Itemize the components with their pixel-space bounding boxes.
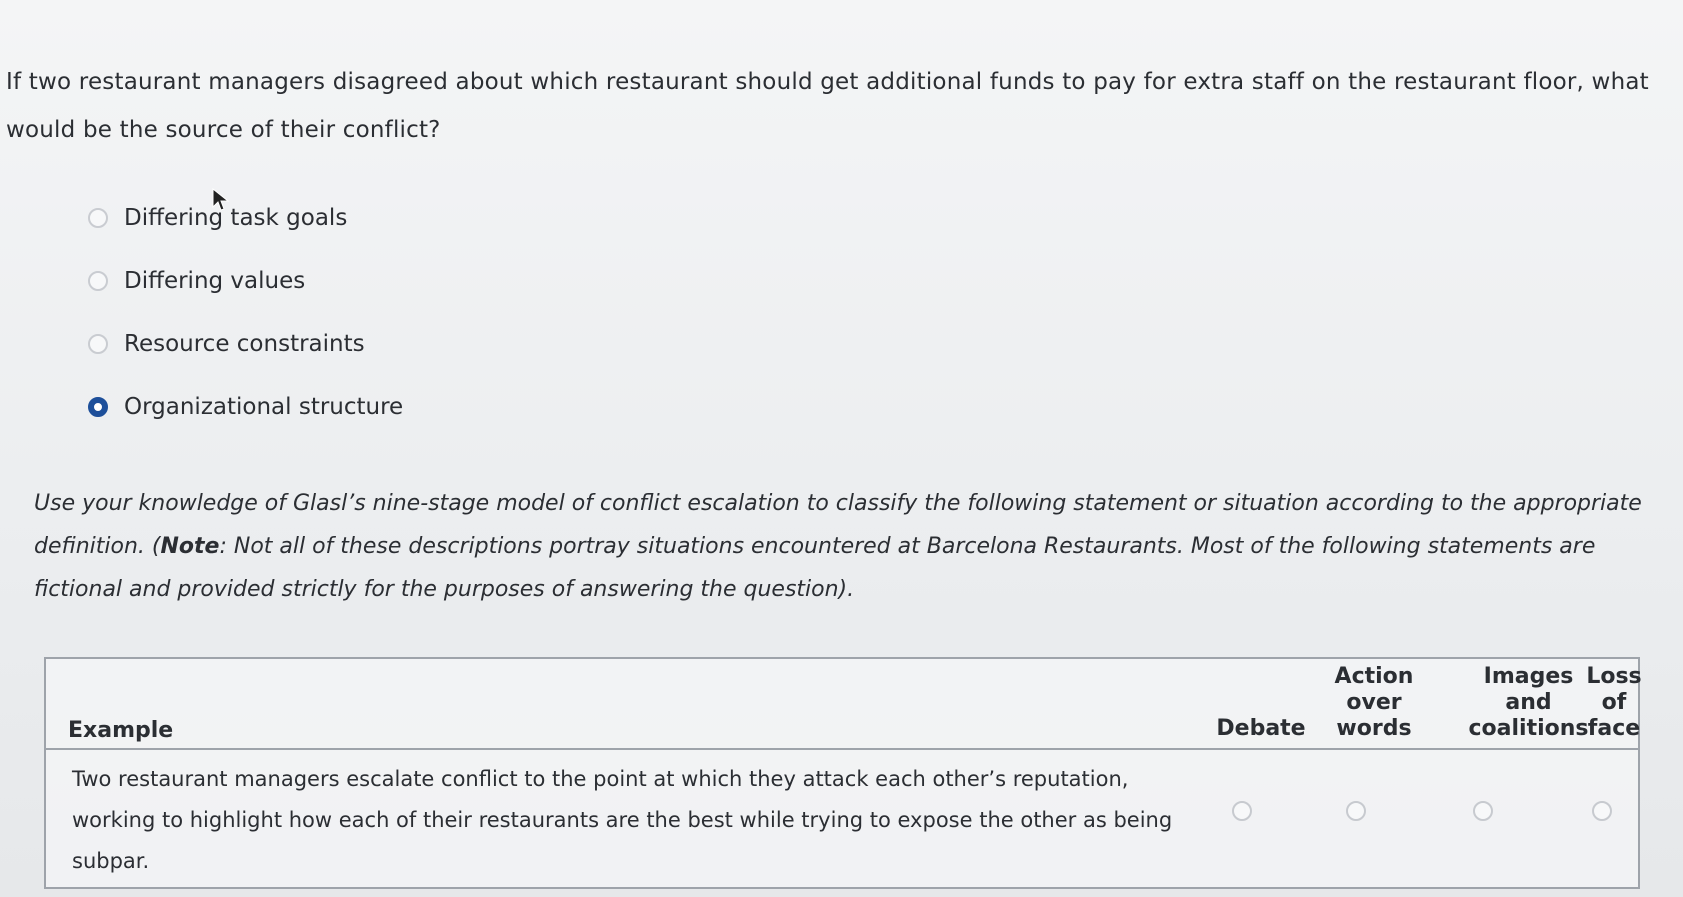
header-example: Example [68,718,174,743]
option-label: Organizational structure [124,393,404,420]
table-header: Example Debate Action over words Images … [46,659,1642,750]
header-line: and [1505,690,1552,715]
header-line: of [1601,690,1627,715]
header-line: Loss [1586,664,1642,689]
header-action-over-words: Action over words [1314,664,1434,742]
header-images-and-coalitions: Images and coalitions [1456,664,1601,742]
header-line: face [1587,716,1641,741]
header-line: over [1346,690,1402,715]
question-1-text: If two restaurant managers disagreed abo… [6,69,1649,143]
radio-action-over-words[interactable] [1346,801,1366,821]
radio-images-and-coalitions[interactable] [1473,801,1493,821]
table-row-example-text: Two restaurant managers escalate conflic… [72,767,1173,873]
option-resource-constraints[interactable]: Resource constraints [88,312,403,375]
header-line: words [1336,716,1412,741]
header-loss-of-face: Loss of face [1584,664,1644,742]
option-label: Differing values [124,267,306,294]
question-2-note: : Not all of these descriptions portray … [34,534,1596,602]
mouse-cursor-icon [212,188,230,211]
option-organizational-structure[interactable]: Organizational structure [88,375,403,438]
radio-button[interactable] [88,333,108,354]
classification-table: Example Debate Action over words Images … [44,657,1642,889]
radio-loss-of-face[interactable] [1592,801,1612,821]
note-label: Note [160,534,220,559]
radio-button[interactable] [88,207,108,228]
header-debate: Debate [1216,716,1306,741]
header-line: coalitions [1468,716,1589,741]
option-differing-task-goals[interactable]: Differing task goals [88,186,403,249]
option-differing-values[interactable]: Differing values [88,249,403,312]
radio-button[interactable] [88,270,108,291]
header-line: Images [1483,664,1574,689]
radio-button-selected[interactable] [88,396,108,417]
option-label: Resource constraints [124,330,365,357]
radio-debate[interactable] [1232,801,1252,821]
option-label: Differing task goals [124,204,348,231]
question-2-text: Use your knowledge of Glasl’s nine-stage… [34,482,1659,611]
header-line: Action [1334,664,1414,689]
question-1-options: Differing task goals Differing values Re… [88,186,403,438]
